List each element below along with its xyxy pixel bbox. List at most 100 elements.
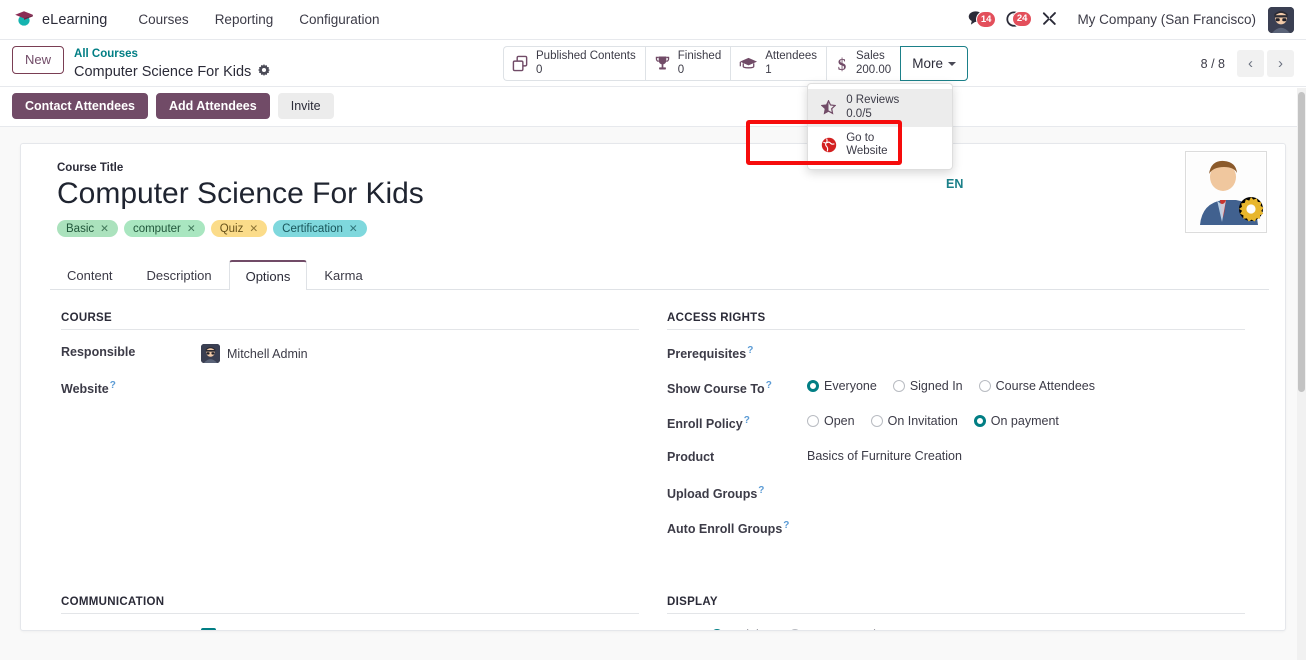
tag-remove-icon[interactable]: ✕ (187, 223, 196, 235)
radio-option-on-payment[interactable]: On payment (973, 414, 1059, 428)
user-avatar[interactable] (1268, 6, 1294, 33)
language-badge[interactable]: EN (946, 177, 963, 191)
radio-label: Everyone (824, 379, 877, 394)
radio-option-open[interactable]: Open (807, 414, 855, 428)
dropdown-item-reviews[interactable]: 0 Reviews 0.0/5 (808, 89, 953, 127)
page-title[interactable]: Computer Science For Kids (57, 176, 1269, 212)
stat-button-finished[interactable]: Finished 0 (644, 46, 731, 81)
radio-option-training[interactable]: Training (711, 628, 773, 631)
brand-label: eLearning (42, 11, 108, 28)
debug-tools-button[interactable] (1032, 10, 1067, 30)
auto-enroll-groups-label-text: Auto Enroll Groups (667, 522, 783, 537)
stat-value: 1 (765, 63, 772, 76)
dropdown-item-go-to-website[interactable]: Go to Website (808, 126, 953, 165)
gear-icon[interactable] (258, 63, 271, 81)
tag-label: Quiz (219, 222, 244, 235)
tag-quiz[interactable]: Quiz ✕ (210, 220, 268, 238)
stat-text: Sales 200.00 (856, 50, 891, 77)
nav-item-reporting[interactable]: Reporting (202, 0, 287, 40)
more-button[interactable]: More (900, 46, 968, 81)
new-record-button[interactable]: New (12, 46, 65, 75)
add-attendees-button[interactable]: Add Attendees (155, 93, 270, 120)
product-value[interactable]: Basics of Furniture Creation (807, 449, 962, 463)
tab-karma[interactable]: Karma (307, 260, 379, 290)
invite-button[interactable]: Invite (277, 93, 334, 120)
activities-badge: 24 (1011, 10, 1033, 27)
app-brand[interactable]: eLearning (14, 10, 107, 29)
stat-label: Sales (856, 49, 885, 62)
breadcrumb-parent-all-courses[interactable]: All Courses (74, 47, 270, 63)
tab-content[interactable]: Content (50, 260, 130, 290)
tag-remove-icon[interactable]: ✕ (249, 223, 258, 235)
radio-option-on-invitation[interactable]: On Invitation (870, 414, 958, 428)
course-group-title: COURSE (61, 312, 639, 331)
tag-remove-icon[interactable]: ✕ (100, 223, 109, 235)
pager-next-button[interactable]: › (1267, 50, 1294, 77)
odoo-elearning-course-form: eLearning Courses Reporting Configuratio… (0, 0, 1306, 660)
radio-indicator (870, 415, 883, 428)
stat-value: 0 (677, 63, 685, 76)
radio-label: Training (728, 628, 773, 630)
breadcrumb-current: Computer Science For Kids (74, 63, 271, 82)
help-icon[interactable]: ? (149, 629, 155, 630)
type-label: Type (667, 628, 711, 630)
radio-label: Course Attendees (995, 379, 1096, 394)
help-icon[interactable]: ? (758, 485, 764, 496)
nav-item-courses[interactable]: Courses (125, 0, 201, 40)
page-scrollbar-thumb[interactable] (1298, 92, 1305, 392)
website-label: Website? (61, 379, 201, 396)
prerequisites-label-text: Prerequisites (667, 347, 747, 362)
help-icon[interactable]: ? (110, 380, 116, 391)
product-label: Product (667, 450, 715, 465)
radio-indicator (807, 415, 819, 428)
responsible-value[interactable]: Mitchell Admin (201, 344, 308, 364)
more-dropdown-menu: 0 Reviews 0.0/5 Go to Website (807, 83, 954, 171)
tab-description[interactable]: Description (130, 260, 229, 290)
contact-attendees-button[interactable]: Contact Attendees (12, 93, 148, 120)
radio-indicator (973, 415, 986, 428)
pager-count: 8 / 8 (1200, 56, 1225, 71)
help-icon[interactable]: ? (747, 345, 753, 356)
radio-option-documentation[interactable]: Documentation (788, 628, 890, 631)
tag-certification[interactable]: Certification ✕ (273, 220, 367, 238)
company-name[interactable]: My Company (San Francisco) (1067, 12, 1266, 27)
field-allow-reviews: Allow Reviews? ✓ (61, 628, 639, 631)
stat-button-attendees[interactable]: Attendees 1 (730, 46, 827, 81)
field-show-course-to: Show Course To? Everyone Signed In Cours… (667, 379, 1245, 398)
radio-label: Open (824, 414, 855, 429)
radio-option-signed-in[interactable]: Signed In (892, 379, 963, 394)
responsible-label: Responsible (61, 345, 136, 360)
copy-icon (512, 55, 529, 72)
tab-options[interactable]: Options (228, 260, 308, 291)
stat-button-sales[interactable]: $ Sales 200.00 (826, 46, 901, 81)
nav-item-configuration[interactable]: Configuration (286, 0, 392, 40)
upload-groups-label-text: Upload Groups (667, 487, 758, 502)
tag-basic[interactable]: Basic ✕ (57, 220, 118, 238)
action-button-bar: Contact Attendees Add Attendees Invite (0, 87, 1306, 128)
stat-button-published-contents[interactable]: Published Contents 0 (503, 46, 645, 81)
messages-button[interactable]: 14 (959, 10, 997, 29)
radio-option-course-attendees[interactable]: Course Attendees (978, 379, 1096, 394)
auto-enroll-groups-label: Auto Enroll Groups? (667, 519, 807, 536)
activities-button[interactable]: 24 (996, 10, 1033, 30)
field-type: Type Training Documentation (667, 628, 1245, 631)
tag-remove-icon[interactable]: ✕ (349, 223, 358, 235)
help-icon[interactable]: ? (766, 380, 772, 391)
trophy-icon (654, 55, 671, 72)
allow-reviews-checkbox[interactable]: ✓ (201, 628, 216, 631)
radio-label: Signed In (909, 379, 963, 394)
tag-computer[interactable]: computer ✕ (123, 220, 205, 238)
radio-indicator (978, 380, 991, 393)
stat-label: Published Contents (536, 49, 636, 62)
course-image[interactable] (1185, 151, 1267, 234)
stat-text: Attendees 1 (765, 50, 817, 77)
field-website: Website? (61, 379, 639, 398)
form-sheet: Course Title Computer Science For Kids B… (20, 143, 1286, 632)
radio-option-everyone[interactable]: Everyone (807, 379, 877, 393)
options-tab-panel-bottom: COMMUNICATION Allow Reviews? ✓ DISPLAY T… (37, 554, 1269, 631)
pager-previous-button[interactable]: ‹ (1237, 50, 1264, 77)
upload-groups-label: Upload Groups? (667, 484, 807, 501)
graduation-icon (739, 56, 758, 72)
help-icon[interactable]: ? (783, 520, 789, 531)
help-icon[interactable]: ? (744, 415, 750, 426)
